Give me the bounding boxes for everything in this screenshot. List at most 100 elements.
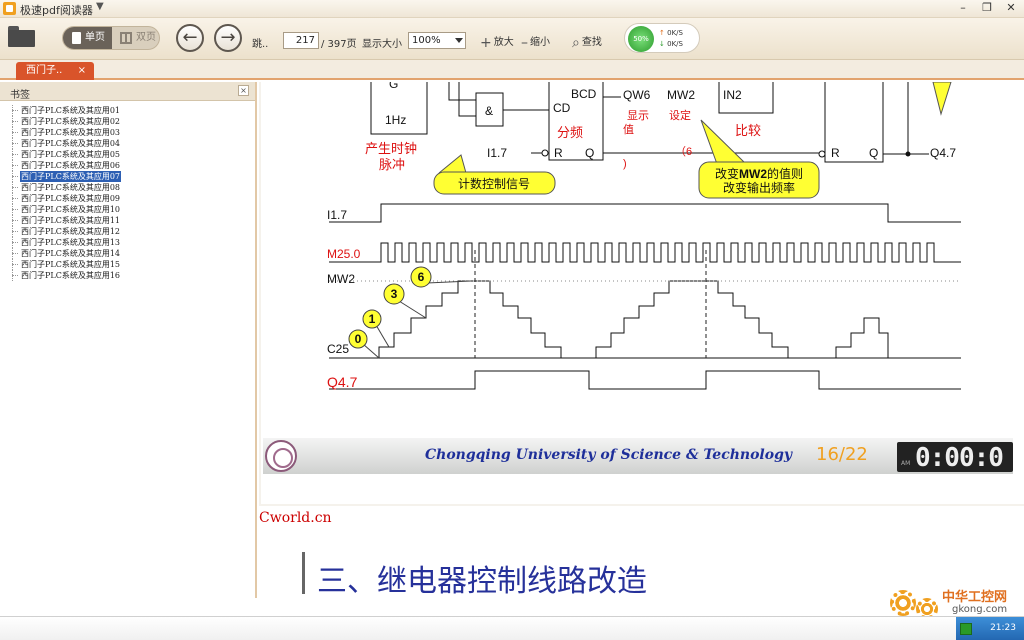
document-tab[interactable]: 西门子.. ×: [16, 62, 94, 80]
mw2-callout-line-1: 改变MW2的值则: [715, 166, 803, 181]
jump-label[interactable]: 跳..: [252, 35, 268, 50]
upload-speed: ↑ 0K/S: [659, 29, 697, 37]
tray-app-icon[interactable]: [960, 623, 972, 635]
double-page-label: 双页: [136, 32, 156, 43]
counter-q-label: Q: [585, 146, 594, 160]
count-signal-callout: 计数控制信号: [458, 176, 530, 191]
document-view[interactable]: G 1Hz & BCD CD R Q I1.7 QW6 MW2 IN2 R Q …: [259, 82, 1024, 598]
compare-caption: 比较: [735, 123, 761, 138]
close-tab-icon[interactable]: ×: [78, 62, 86, 80]
double-page-button[interactable]: 双页: [112, 27, 160, 49]
bookmark-item[interactable]: 西门子PLC系统及其应用10: [9, 204, 249, 215]
zoom-value: 100%: [412, 35, 441, 46]
bookmark-item[interactable]: 西门子PLC系统及其应用05: [9, 149, 249, 160]
sidebar-header: 书签 ×: [0, 82, 255, 101]
bookmark-item[interactable]: 西门子PLC系统及其应用16: [9, 270, 249, 281]
timing-mw2-label: MW2: [327, 272, 355, 286]
bubble-0: 0: [355, 332, 362, 346]
generator-caption-2: 脉冲: [379, 157, 405, 172]
slide-page-number: 16/22: [816, 444, 868, 465]
setting-caption: 设定: [669, 108, 691, 122]
close-window-button[interactable]: ✕: [1000, 0, 1022, 16]
bookmark-item[interactable]: 西门子PLC系统及其应用03: [9, 127, 249, 138]
zoom-out-button[interactable]: – 缩小: [521, 33, 550, 51]
slide-footer: Chongqing University of Science & Techno…: [263, 438, 1013, 474]
bookmark-item[interactable]: 西门子PLC系统及其应用09: [9, 193, 249, 204]
pdf-page: G 1Hz & BCD CD R Q I1.7 QW6 MW2 IN2 R Q …: [261, 82, 1024, 504]
single-page-icon: [72, 32, 81, 44]
taskbar: 21:23: [0, 616, 1024, 640]
display-paren: ): [623, 158, 627, 170]
zoom-out-label: 缩小: [530, 37, 550, 48]
bookmark-item[interactable]: 西门子PLC系统及其应用07: [9, 170, 249, 183]
bubble-6: 6: [418, 270, 425, 284]
bookmark-item[interactable]: 西门子PLC系统及其应用04: [9, 138, 249, 149]
sidebar-title: 书签: [10, 90, 30, 101]
find-button[interactable]: ⌕ 查找: [572, 33, 602, 51]
minimize-button[interactable]: –: [952, 0, 974, 16]
title-menu-dropdown-icon[interactable]: ▼: [96, 1, 104, 12]
timing-m250-label: M25.0: [327, 247, 361, 261]
search-icon: ⌕: [572, 35, 580, 51]
bookmark-item[interactable]: 西门子PLC系统及其应用14: [9, 248, 249, 259]
bookmark-item[interactable]: 西门子PLC系统及其应用15: [9, 259, 249, 270]
bookmark-item[interactable]: 西门子PLC系统及其应用12: [9, 226, 249, 237]
bookmark-item[interactable]: 西门子PLC系统及其应用06: [9, 160, 249, 171]
zoom-in-button[interactable]: + 放大: [480, 33, 514, 51]
counter-r-label: R: [554, 146, 563, 160]
pdf-reader-window: 极速pdf阅读器 ▼ – ❐ ✕ 单页 双页 ← → 跳.. 217 / 397…: [0, 0, 1024, 640]
clock-digits: 0:00:0: [915, 443, 1004, 473]
download-speed-value: 0K/S: [667, 40, 683, 48]
open-file-folder-icon[interactable]: [8, 26, 36, 48]
single-page-button[interactable]: 单页: [63, 27, 112, 49]
page-total-label: / 397页: [321, 39, 357, 50]
view-mode-toggle: 单页 双页: [62, 26, 160, 50]
generator-frequency: 1Hz: [385, 113, 406, 127]
bookmark-label: 西门子PLC系统及其应用13: [21, 238, 120, 247]
plus-icon: +: [480, 35, 492, 51]
bookmark-sidebar: 书签 × 西门子PLC系统及其应用01 西门子PLC系统及其应用02 西门子PLC系…: [0, 82, 257, 598]
bookmark-label: 西门子PLC系统及其应用12: [21, 227, 120, 236]
prev-page-button[interactable]: ←: [176, 24, 204, 52]
bookmark-label: 西门子PLC系统及其应用07: [19, 170, 122, 183]
university-seal-icon: [265, 440, 297, 472]
flipflop-q-label: Q: [869, 146, 878, 160]
generator-caption-1: 产生时钟: [365, 141, 417, 156]
setting-paren: （6: [675, 145, 692, 158]
q47-output-label: Q4.7: [930, 146, 956, 160]
bookmark-item[interactable]: 西门子PLC系统及其应用01: [9, 105, 249, 116]
mw2-callout-line-2: 改变输出频率: [723, 180, 795, 195]
timing-c25-label: C25: [327, 342, 349, 356]
zoom-in-label: 放大: [493, 37, 514, 48]
minus-icon: –: [521, 35, 528, 51]
chevron-down-icon: [455, 38, 463, 43]
bookmark-item[interactable]: 西门子PLC系统及其应用08: [9, 182, 249, 193]
bookmark-label: 西门子PLC系统及其应用11: [21, 216, 120, 225]
clock-ampm: AM: [901, 460, 911, 467]
close-sidebar-button[interactable]: ×: [238, 85, 249, 96]
page-number-input[interactable]: 217: [283, 32, 319, 49]
document-tab-label: 西门子..: [26, 65, 63, 76]
university-name: Chongqing University of Science & Techno…: [425, 447, 792, 463]
network-speed-widget[interactable]: 50% ↑ 0K/S ↓ 0K/S: [624, 23, 700, 53]
bookmark-label: 西门子PLC系统及其应用06: [21, 161, 120, 170]
bookmark-item[interactable]: 西门子PLC系统及其应用11: [9, 215, 249, 226]
bookmark-label: 西门子PLC系统及其应用04: [21, 139, 120, 148]
bookmark-item[interactable]: 西门子PLC系统及其应用02: [9, 116, 249, 127]
page-heading: 三、继电器控制线路改造: [317, 564, 647, 598]
zoom-select[interactable]: 100%: [408, 32, 466, 49]
document-tab-bar: 西门子.. ×: [0, 60, 1024, 80]
watermark-brand: 中华工控网: [942, 590, 1008, 605]
bookmark-item[interactable]: 西门子PLC系统及其应用13: [9, 237, 249, 248]
bookmark-label: 西门子PLC系统及其应用08: [21, 183, 120, 192]
bookmark-label: 西门子PLC系统及其应用05: [21, 150, 120, 159]
slide-clock: AM 0:00:0: [897, 442, 1013, 473]
qw6-label: QW6: [623, 88, 651, 102]
title-bar: 极速pdf阅读器 ▼ – ❐ ✕: [0, 0, 1024, 18]
generator-label: G: [389, 82, 398, 91]
display-caption-1: 显示: [627, 109, 649, 122]
watermark-site: gkong.com: [952, 604, 1008, 615]
next-page-button[interactable]: →: [214, 24, 242, 52]
restore-button[interactable]: ❐: [976, 0, 998, 16]
bookmark-label: 西门子PLC系统及其应用15: [21, 260, 120, 269]
